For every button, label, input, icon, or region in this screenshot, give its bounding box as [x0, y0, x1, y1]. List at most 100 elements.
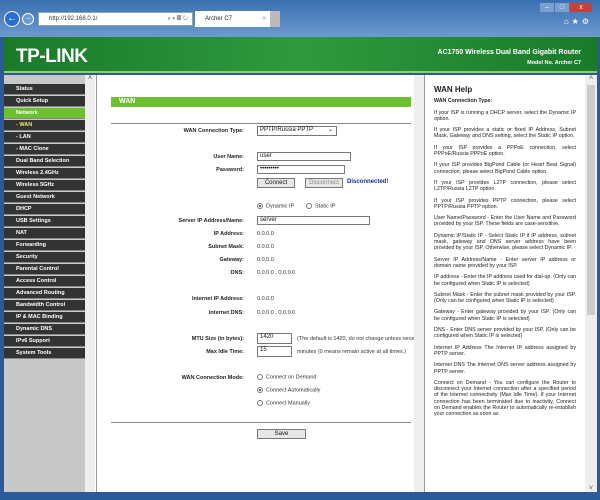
username-input[interactable]: user: [257, 152, 351, 161]
sidebar-scrollbar[interactable]: ˄: [85, 75, 95, 492]
sidebar-item[interactable]: IP & MAC Binding: [4, 312, 85, 323]
close-window-button[interactable]: x: [570, 3, 592, 12]
sidebar-item[interactable]: Dual Band Selection: [4, 156, 85, 167]
minimize-button[interactable]: –: [540, 3, 554, 12]
back-button[interactable]: ←: [4, 11, 20, 27]
scroll-thumb[interactable]: [587, 85, 595, 315]
ip-value: 0.0.0.0: [257, 231, 274, 237]
url-text: http://192.168.0.1/: [49, 16, 98, 22]
wan-form: WAN WAN Connection Type: PPTP/Russia PPT…: [96, 75, 415, 492]
sidebar-item[interactable]: Wireless 2.4GHz: [4, 168, 85, 179]
sidebar-item[interactable]: Guest Network: [4, 192, 85, 203]
sidebar-item[interactable]: - WAN: [4, 120, 85, 131]
help-paragraph: Server IP Address/Name - Enter server IP…: [434, 256, 576, 269]
sidebar-item[interactable]: System Tools: [4, 348, 85, 359]
internet-dns-label: Internet DNS:: [208, 310, 244, 316]
sidebar-item[interactable]: - LAN: [4, 132, 85, 143]
browser-tab[interactable]: Archer C7 ×: [195, 11, 270, 27]
help-panel: WAN Help WAN Connection Type: If your IS…: [424, 75, 585, 492]
internet-ip-label: Internet IP Address:: [192, 296, 244, 302]
idle-input[interactable]: 15: [257, 346, 292, 357]
help-paragraph: If your ISP provides BigPond Cable (or H…: [434, 162, 576, 175]
mask-value: 0.0.0.0: [257, 244, 274, 250]
help-paragraph: If your ISP provides PPTP connection, pl…: [434, 197, 576, 210]
internet-ip-value: 0.0.0.0: [257, 296, 274, 302]
sidebar-item[interactable]: Access Control: [4, 276, 85, 287]
forward-button[interactable]: →: [22, 13, 34, 25]
help-paragraph: User Name/Password - Enter the User Name…: [434, 215, 576, 228]
radio-unselected[interactable]: [257, 400, 263, 406]
sidebar-item[interactable]: DHCP: [4, 204, 85, 215]
username-label: User Name:: [213, 154, 244, 160]
address-bar[interactable]: http://192.168.0.1/ ⌕ ▾ ▤ ↻: [38, 12, 193, 26]
help-scrollbar[interactable]: ˄ ˅: [585, 75, 597, 492]
mode-manual[interactable]: Connect Manually: [257, 400, 310, 406]
help-paragraph: Internet DNS The Internet DNS server add…: [434, 362, 576, 375]
help-paragraph: If your ISP is running a DHCP server, se…: [434, 109, 576, 122]
section-title: WAN: [111, 97, 411, 107]
tab-title: Archer C7: [205, 16, 233, 22]
help-paragraphs: If your ISP is running a DHCP server, se…: [434, 110, 576, 418]
maximize-button[interactable]: □: [555, 3, 569, 12]
sidebar-item[interactable]: IPv6 Support: [4, 336, 85, 347]
scroll-down-icon[interactable]: ˅: [585, 485, 597, 492]
help-paragraph: Connect on Demand - You can configure th…: [434, 379, 576, 418]
sidebar-item[interactable]: - MAC Clone: [4, 144, 85, 155]
mtu-label: MTU Size (in bytes):: [191, 336, 244, 342]
save-button[interactable]: Save: [257, 429, 306, 439]
product-name: AC1750 Wireless Dual Band Gigabit Router: [437, 49, 581, 56]
close-tab-icon[interactable]: ×: [262, 11, 266, 27]
mode-on-demand[interactable]: Connect on Demand: [257, 374, 316, 380]
idle-label: Max Idle Time:: [206, 349, 244, 355]
radio-unselected[interactable]: [306, 203, 312, 209]
connect-button[interactable]: Connect: [257, 178, 295, 188]
sidebar-item[interactable]: Network: [4, 108, 85, 119]
mask-label: Subnet Mask:: [208, 244, 244, 250]
sidebar-item[interactable]: NAT: [4, 228, 85, 239]
dns-label: DNS:: [230, 270, 244, 276]
sidebar-item[interactable]: Advanced Routing: [4, 288, 85, 299]
radio-unselected[interactable]: [257, 374, 263, 380]
sidebar-menu: Status Quick Setup Network - WAN - LAN - MAC …: [4, 75, 85, 492]
sidebar-item[interactable]: Security: [4, 252, 85, 263]
new-tab-button[interactable]: [270, 11, 280, 27]
password-input[interactable]: •••••••••: [257, 165, 345, 174]
internet-dns-value: 0.0.0.0 , 0.0.0.0: [257, 310, 296, 316]
help-title: WAN Help: [434, 85, 473, 94]
server-input[interactable]: server: [257, 216, 370, 225]
mtu-input[interactable]: 1420: [257, 333, 292, 344]
home-favorites-settings-icons[interactable]: ⌂★⚙: [564, 17, 592, 26]
sidebar-item[interactable]: Forwarding: [4, 240, 85, 251]
sidebar-item[interactable]: Parental Control: [4, 264, 85, 275]
sidebar-item[interactable]: Status: [4, 84, 85, 95]
mode-label: WAN Connection Mode:: [181, 375, 244, 381]
help-paragraph: IP address - Enter the IP address used f…: [434, 274, 576, 287]
disconnect-button[interactable]: Disconnect: [305, 178, 343, 188]
conn-type-select[interactable]: PPTP/Russia PPTP ⌄: [257, 126, 337, 136]
divider: [111, 123, 411, 124]
banner: TP-LINK AC1750 Wireless Dual Band Gigabi…: [4, 37, 597, 73]
window-controls: – □ x: [539, 3, 592, 12]
static-ip-radio[interactable]: Static IP: [306, 203, 335, 209]
mtu-hint: (The default is 1420, do not change unle…: [297, 336, 415, 342]
sidebar-item[interactable]: Quick Setup: [4, 96, 85, 107]
static-ip-label: Static IP: [315, 203, 336, 210]
help-paragraph: If your ISP provides a PPPoE connection,…: [434, 144, 576, 158]
search-refresh-icons[interactable]: ⌕ ▾ ▤ ↻: [167, 13, 188, 25]
sidebar-item[interactable]: Dynamic DNS: [4, 324, 85, 335]
mode-label-text: Connect Manually: [266, 400, 311, 407]
help-subtitle: WAN Connection Type:: [434, 98, 493, 105]
ip-label: IP Address:: [213, 231, 244, 237]
dynamic-ip-radio[interactable]: Dynamic IP: [257, 203, 294, 209]
sidebar-item[interactable]: Bandwidth Control: [4, 300, 85, 311]
help-paragraph: DNS - Enter DNS server provided by your …: [434, 327, 576, 340]
radio-selected[interactable]: [257, 203, 263, 209]
sidebar-item[interactable]: USB Settings: [4, 216, 85, 227]
main-scrollbar[interactable]: [414, 75, 424, 492]
chevron-down-icon: ⌄: [327, 127, 333, 133]
sidebar-item[interactable]: Wireless 5GHz: [4, 180, 85, 191]
radio-selected[interactable]: [257, 387, 263, 393]
help-paragraph: Gateway - Enter gateway provided by your…: [434, 309, 576, 322]
page: Status Quick Setup Network - WAN - LAN - MAC …: [4, 75, 597, 492]
mode-automatic[interactable]: Connect Automatically: [257, 387, 320, 393]
